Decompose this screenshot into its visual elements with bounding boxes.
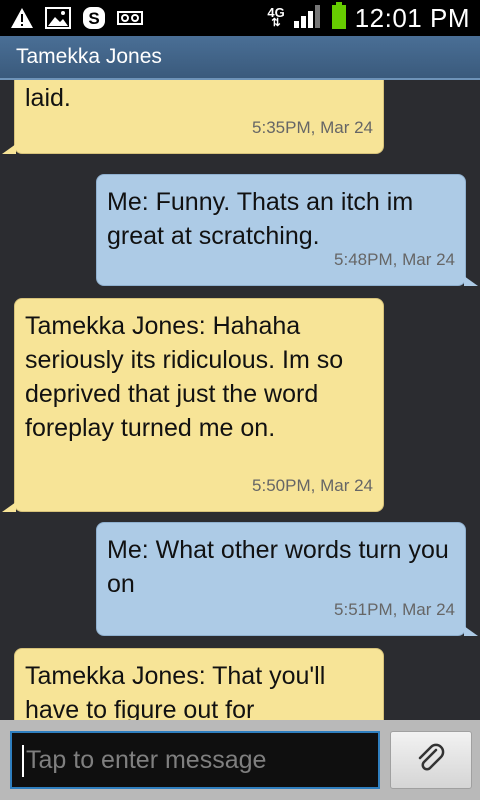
bubble-tail — [464, 276, 478, 286]
message-bubble-incoming[interactable]: laid. 5:35PM, Mar 24 — [14, 80, 384, 154]
message-text: Me: What other words turn you on — [107, 536, 449, 598]
battery-icon — [331, 1, 347, 35]
image-icon — [44, 4, 72, 32]
signal-icon — [293, 3, 323, 34]
message-input-placeholder: Tap to enter message — [26, 746, 267, 774]
message-text: Tamekka Jones: Hahaha seriously its ridi… — [25, 312, 344, 442]
message-bubble-outgoing[interactable]: Me: Funny. Thats an itch im great at scr… — [96, 174, 466, 286]
system-status: 4G ⇅ 12:01 PM — [267, 0, 470, 36]
status-bar: S 4G ⇅ 12:01 PM — [0, 0, 480, 36]
message-timestamp: 5:51PM, Mar 24 — [334, 600, 455, 619]
message-text: Tamekka Jones: That you'll have to figur… — [25, 662, 326, 720]
message-bubble-incoming[interactable]: Tamekka Jones: That you'll have to figur… — [14, 648, 384, 720]
message-text: laid. — [25, 84, 71, 112]
svg-text:S: S — [88, 9, 99, 28]
compose-bar: Tap to enter message — [0, 720, 480, 800]
paperclip-icon — [414, 741, 448, 780]
bubble-tail — [2, 502, 16, 512]
warning-icon — [8, 4, 36, 32]
message-bubble-incoming[interactable]: Tamekka Jones: Hahaha seriously its ridi… — [14, 298, 384, 512]
message-timestamp: 5:50PM, Mar 24 — [252, 476, 373, 495]
skype-icon: S — [80, 4, 108, 32]
message-input[interactable]: Tap to enter message — [10, 731, 380, 789]
message-list[interactable]: laid. 5:35PM, Mar 24 Me: Funny. Thats an… — [0, 80, 480, 720]
contact-name: Tamekka Jones — [16, 45, 162, 68]
bubble-tail — [464, 626, 478, 636]
attach-button[interactable] — [390, 731, 472, 789]
notification-icons: S — [8, 4, 144, 32]
message-timestamp: 5:48PM, Mar 24 — [334, 250, 455, 269]
text-cursor — [22, 745, 24, 777]
voicemail-icon — [116, 4, 144, 32]
network-type: 4G ⇅ — [267, 5, 285, 29]
message-text: Me: Funny. Thats an itch im great at scr… — [107, 188, 414, 250]
message-timestamp: 5:35PM, Mar 24 — [252, 118, 373, 137]
bubble-tail — [2, 144, 16, 154]
clock: 12:01 PM — [354, 2, 470, 33]
conversation-header: Tamekka Jones — [0, 36, 480, 80]
message-bubble-outgoing[interactable]: Me: What other words turn you on 5:51PM,… — [96, 522, 466, 636]
